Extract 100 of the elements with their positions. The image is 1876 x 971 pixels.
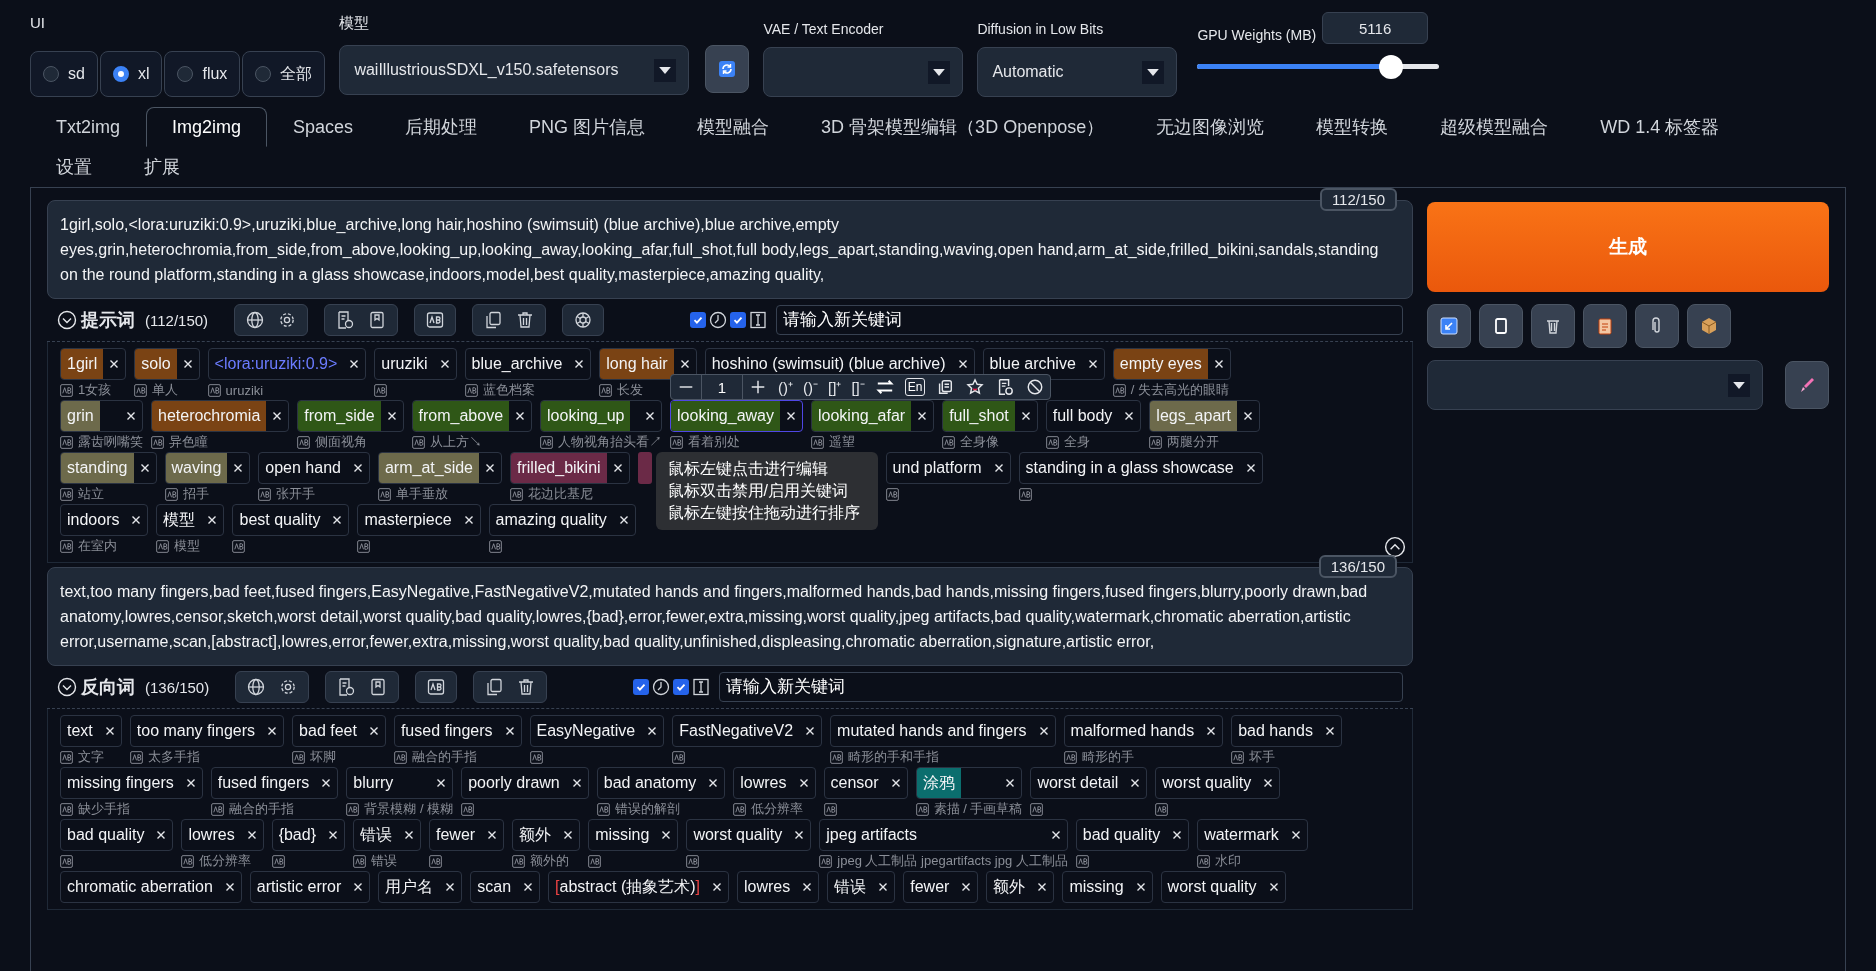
close-icon[interactable]: [126, 411, 136, 421]
close-icon[interactable]: [404, 830, 414, 840]
close-icon[interactable]: [267, 726, 278, 736]
translate-icon[interactable]: [1063, 750, 1077, 764]
close-icon[interactable]: [957, 359, 968, 369]
keyword-tag[interactable]: arm_at_side: [377, 452, 502, 484]
translate-icon[interactable]: [60, 435, 73, 449]
close-icon[interactable]: [712, 882, 722, 892]
translate-icon[interactable]: [258, 487, 272, 501]
translate-icon[interactable]: [181, 854, 195, 868]
close-icon[interactable]: [878, 882, 889, 892]
keyword-tag[interactable]: bad quality: [1075, 819, 1190, 851]
keyword-tag[interactable]: poorly drawn: [461, 767, 589, 799]
translate-icon[interactable]: [129, 750, 143, 764]
keyword-tag[interactable]: fewer: [903, 871, 979, 903]
keyword-tag[interactable]: standing: [60, 452, 157, 484]
keyword-tag[interactable]: solo: [134, 348, 200, 380]
clipboard-button[interactable]: [1583, 304, 1627, 348]
close-icon[interactable]: [1243, 411, 1254, 421]
close-icon[interactable]: [523, 882, 534, 892]
translate-icon[interactable]: [60, 854, 73, 868]
keyword-tag[interactable]: missing: [1062, 871, 1153, 903]
english-button[interactable]: En: [904, 378, 926, 396]
keyword-tag[interactable]: looking_up: [540, 400, 663, 432]
checkbox[interactable]: [673, 679, 690, 695]
translate-icon[interactable]: [819, 854, 833, 868]
translate-icon[interactable]: [292, 750, 306, 764]
translate-icon[interactable]: [540, 435, 554, 449]
model-dropdown[interactable]: waiIllustriousSDXL_v150.safetensors: [339, 45, 690, 95]
keyword-tag[interactable]: worst quality: [1155, 767, 1281, 799]
paperclip-button[interactable]: [1635, 304, 1679, 348]
tab[interactable]: 3D 骨架模型编辑（3D Openpose）: [795, 107, 1131, 147]
tab[interactable]: 扩展: [118, 147, 206, 187]
keyword-tag[interactable]: chromatic aberration: [60, 871, 242, 903]
close-icon[interactable]: [487, 830, 498, 840]
close-icon[interactable]: [1206, 726, 1217, 736]
close-icon[interactable]: [246, 830, 257, 840]
translate-icon[interactable]: [271, 854, 285, 868]
tab[interactable]: Spaces: [267, 107, 380, 147]
translate-icon[interactable]: [151, 435, 164, 449]
translate-icon[interactable]: [60, 487, 73, 501]
close-icon[interactable]: [352, 463, 363, 473]
radio-option[interactable]: xl: [99, 51, 163, 97]
copy-icon[interactable]: [484, 677, 505, 697]
keyword-tag[interactable]: blurry: [346, 767, 454, 799]
close-icon[interactable]: [802, 882, 813, 892]
keyword-tag[interactable]: FastNegativeV2: [672, 715, 823, 747]
weight-button[interactable]: []⁺: [823, 377, 847, 397]
keyword-tag[interactable]: empty eyes: [1112, 348, 1231, 380]
translate-icon[interactable]: [374, 383, 388, 397]
keyword-tag[interactable]: 用户名: [378, 871, 463, 903]
close-icon[interactable]: [1213, 359, 1224, 369]
keyword-tag[interactable]: indoors: [60, 504, 149, 536]
translate-icon[interactable]: [510, 487, 523, 501]
close-icon[interactable]: [647, 726, 658, 736]
close-icon[interactable]: [349, 359, 360, 369]
globe-icon[interactable]: [246, 677, 267, 697]
collapse-icon[interactable]: [57, 677, 77, 697]
close-icon[interactable]: [961, 882, 972, 892]
keyword-tag[interactable]: mutated hands and fingers: [830, 715, 1056, 747]
keyword-tag[interactable]: censor: [823, 767, 908, 799]
close-icon[interactable]: [439, 359, 450, 369]
keyword-tag[interactable]: best quality: [232, 504, 350, 536]
document-clock-icon[interactable]: [336, 677, 357, 697]
keyword-tag[interactable]: EasyNegative: [529, 715, 665, 747]
translate-icon[interactable]: [529, 750, 543, 764]
close-icon[interactable]: [794, 830, 805, 840]
keyword-tag[interactable]: watermark: [1197, 819, 1308, 851]
close-icon[interactable]: [445, 882, 456, 892]
keyword-tag[interactable]: open hand: [258, 452, 370, 484]
copy-icon[interactable]: [483, 310, 504, 330]
close-icon[interactable]: [328, 830, 338, 840]
close-icon[interactable]: [185, 778, 196, 788]
translate-icon[interactable]: [599, 383, 613, 397]
keyword-tag[interactable]: 额外: [986, 871, 1055, 903]
tab[interactable]: WD 1.4 标签器: [1574, 107, 1746, 147]
close-icon[interactable]: [515, 411, 526, 421]
edit-button[interactable]: [1785, 361, 1829, 409]
close-icon[interactable]: [1130, 778, 1141, 788]
radio-option[interactable]: flux: [164, 51, 241, 97]
keyword-tag[interactable]: looking_away: [670, 400, 803, 432]
translate-icon[interactable]: [425, 310, 446, 330]
translate-icon[interactable]: [1030, 802, 1044, 816]
close-icon[interactable]: [1263, 778, 1274, 788]
keyword-tag[interactable]: lowres: [733, 767, 816, 799]
keyword-tag[interactable]: heterochromia: [151, 400, 290, 432]
close-icon[interactable]: [321, 778, 332, 788]
translate-icon[interactable]: [830, 750, 844, 764]
translate-icon[interactable]: [686, 854, 700, 868]
keyword-tag[interactable]: jpeg artifacts: [819, 819, 1068, 851]
keyword-tag[interactable]: 额外: [512, 819, 581, 851]
close-icon[interactable]: [679, 359, 690, 369]
keyword-input[interactable]: 请输入新关键词: [719, 672, 1403, 702]
close-icon[interactable]: [798, 778, 809, 788]
slider-thumb[interactable]: [1378, 55, 1403, 79]
tab[interactable]: 无边图像浏览: [1130, 107, 1291, 147]
translate-icon[interactable]: [588, 854, 602, 868]
keyword-tag[interactable]: 错误: [827, 871, 896, 903]
keyword-tag[interactable]: uruziki: [374, 348, 457, 380]
radio-option[interactable]: 全部: [242, 51, 326, 97]
